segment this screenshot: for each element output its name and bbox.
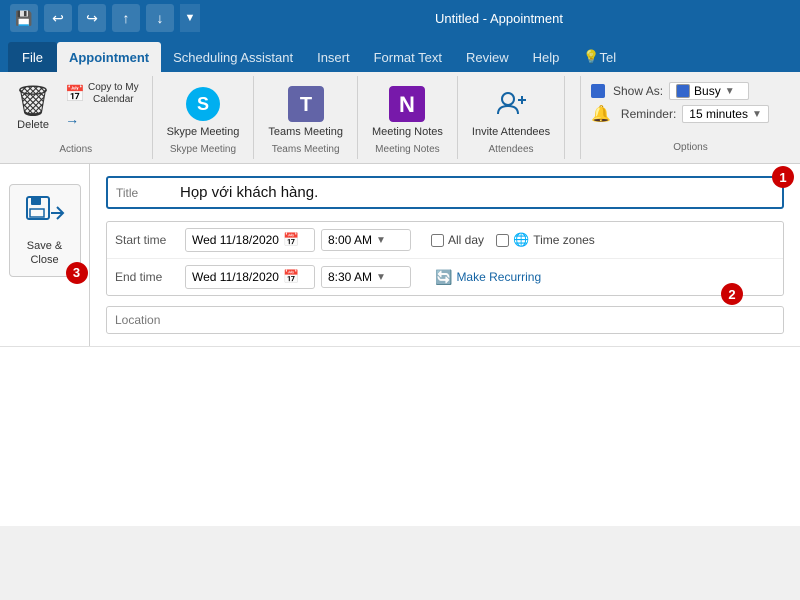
- location-input[interactable]: [185, 313, 775, 327]
- show-as-dropdown[interactable]: Busy ▼: [669, 82, 749, 100]
- show-as-label: Show As:: [613, 84, 663, 98]
- appointment-form: Save & Close 3 Title 1 Start time Wed 11…: [0, 164, 800, 346]
- tab-format-text[interactable]: Format Text: [362, 42, 454, 72]
- save-button[interactable]: 💾: [10, 4, 38, 32]
- end-time-label: End time: [115, 270, 185, 284]
- tab-tell[interactable]: 💡 Tel: [571, 42, 628, 72]
- ribbon-tab-bar: File Appointment Scheduling Assistant In…: [0, 36, 800, 72]
- meeting-notes-button[interactable]: N Meeting Notes: [366, 80, 449, 142]
- teams-group: T Teams Meeting Teams Meeting: [254, 76, 358, 159]
- location-label: Location: [115, 313, 185, 327]
- copy-to-calendar-button[interactable]: 📅 Copy to MyCalendar: [60, 80, 144, 108]
- options-group: Show As: Busy ▼ 🔔 Reminder: 15 minutes ▼…: [580, 76, 800, 159]
- title-label: Title: [116, 186, 176, 200]
- skype-meeting-button[interactable]: S Skype Meeting: [161, 80, 246, 142]
- redo-button[interactable]: ↪: [78, 4, 106, 32]
- title-field: Title: [106, 176, 784, 209]
- start-time-picker[interactable]: 8:00 AM ▼: [321, 229, 411, 251]
- reminder-label: Reminder:: [621, 107, 676, 121]
- show-as-color: [676, 84, 690, 98]
- save-close-panel: Save & Close 3: [0, 164, 90, 346]
- form-area: Title 1 Start time Wed 11/18/2020 📅 8:00…: [90, 164, 800, 346]
- actions-group: 🗑 Delete 📅 Copy to MyCalendar → Actions: [0, 76, 153, 159]
- tab-appointment[interactable]: Appointment: [57, 42, 161, 72]
- up-button[interactable]: ↑: [112, 4, 140, 32]
- meeting-notes-group: N Meeting Notes Meeting Notes: [358, 76, 458, 159]
- end-time-chevron: ▼: [376, 272, 386, 283]
- tab-file[interactable]: File: [8, 42, 57, 72]
- svg-text:S: S: [197, 94, 209, 114]
- start-date-value: Wed 11/18/2020: [192, 233, 279, 247]
- save-close-icon: [24, 193, 66, 235]
- delete-button[interactable]: 🗑 Delete: [8, 80, 58, 135]
- save-close-button[interactable]: Save & Close 3: [9, 184, 81, 277]
- end-date-value: Wed 11/18/2020: [192, 270, 279, 284]
- tab-insert[interactable]: Insert: [305, 42, 362, 72]
- save-close-badge: 3: [66, 262, 88, 284]
- undo-button[interactable]: ↩: [44, 4, 72, 32]
- window-title: Untitled - Appointment: [208, 11, 790, 26]
- start-date-picker[interactable]: Wed 11/18/2020 📅: [185, 228, 315, 252]
- all-day-label: All day: [448, 233, 484, 247]
- invite-attendees-button[interactable]: Invite Attendees: [466, 80, 556, 142]
- end-time-picker[interactable]: 8:30 AM ▼: [321, 266, 411, 288]
- skype-label: Skype Meeting: [170, 142, 236, 155]
- globe-icon: 🌐: [513, 232, 529, 248]
- customize-toolbar-button[interactable]: ▼: [180, 4, 200, 32]
- reminder-dropdown[interactable]: 15 minutes ▼: [682, 105, 769, 123]
- quick-access-toolbar: 💾 ↩ ↪ ↑ ↓ ▼: [10, 4, 200, 32]
- actions-label: Actions: [59, 142, 92, 155]
- time-zones-checkbox-group[interactable]: 🌐 Time zones: [496, 232, 595, 248]
- recurring-icon: 🔄: [435, 269, 452, 286]
- make-recurring-button[interactable]: 🔄 Make Recurring: [431, 267, 545, 288]
- title-bar: 💾 ↩ ↪ ↑ ↓ ▼ Untitled - Appointment: [0, 0, 800, 36]
- teams-label: Teams Meeting: [272, 142, 340, 155]
- start-time-value: 8:00 AM: [328, 233, 372, 247]
- skype-group: S Skype Meeting Skype Meeting: [153, 76, 255, 159]
- start-time-chevron: ▼: [376, 235, 386, 246]
- bell-icon: 🔔: [591, 104, 611, 124]
- reminder-chevron: ▼: [752, 109, 762, 120]
- appointment-body[interactable]: [0, 346, 800, 526]
- options-label: Options: [591, 140, 790, 153]
- title-input[interactable]: [176, 182, 774, 203]
- svg-text:N: N: [399, 92, 415, 117]
- title-badge: 1: [772, 166, 794, 188]
- meeting-notes-label: Meeting Notes: [375, 142, 439, 155]
- ribbon: 🗑 Delete 📅 Copy to MyCalendar → Actions: [0, 72, 800, 164]
- time-zones-checkbox[interactable]: [496, 234, 509, 247]
- time-zones-label: Time zones: [533, 233, 595, 247]
- down-button[interactable]: ↓: [146, 4, 174, 32]
- tab-scheduling[interactable]: Scheduling Assistant: [161, 42, 305, 72]
- start-time-label: Start time: [115, 233, 185, 247]
- make-recurring-label: Make Recurring: [456, 270, 541, 284]
- start-time-options: All day 🌐 Time zones: [431, 232, 595, 248]
- save-close-label: Save & Close: [20, 239, 70, 268]
- start-time-row: Start time Wed 11/18/2020 📅 8:00 AM ▼ Al…: [107, 222, 783, 259]
- teams-meeting-button[interactable]: T Teams Meeting: [262, 80, 349, 142]
- tab-review[interactable]: Review: [454, 42, 521, 72]
- location-row: Location: [106, 306, 784, 334]
- end-time-value: 8:30 AM: [328, 270, 372, 284]
- tab-help[interactable]: Help: [521, 42, 572, 72]
- actions-items: 🗑 Delete 📅 Copy to MyCalendar →: [8, 80, 144, 142]
- attendees-label: Attendees: [489, 142, 534, 155]
- time-fields: Start time Wed 11/18/2020 📅 8:00 AM ▼ Al…: [106, 221, 784, 296]
- all-day-checkbox[interactable]: [431, 234, 444, 247]
- calendar-icon: 📅: [283, 232, 299, 248]
- show-as-row: Show As: Busy ▼: [591, 82, 790, 100]
- svg-text:T: T: [300, 94, 312, 116]
- attendees-group: Invite Attendees Attendees: [458, 76, 565, 159]
- copy-group: 📅 Copy to MyCalendar →: [60, 80, 144, 129]
- end-date-picker[interactable]: Wed 11/18/2020 📅: [185, 265, 315, 289]
- title-field-wrapper: Title 1: [106, 176, 784, 209]
- end-time-row: End time Wed 11/18/2020 📅 8:30 AM ▼ 🔄 Ma…: [107, 259, 783, 295]
- forward-button[interactable]: →: [60, 109, 144, 129]
- end-time-badge: 2: [721, 283, 743, 305]
- show-as-chevron: ▼: [725, 86, 735, 97]
- all-day-checkbox-group[interactable]: All day: [431, 233, 484, 247]
- reminder-row: 🔔 Reminder: 15 minutes ▼: [591, 104, 790, 124]
- end-time-options: 🔄 Make Recurring: [431, 267, 545, 288]
- end-calendar-icon: 📅: [283, 269, 299, 285]
